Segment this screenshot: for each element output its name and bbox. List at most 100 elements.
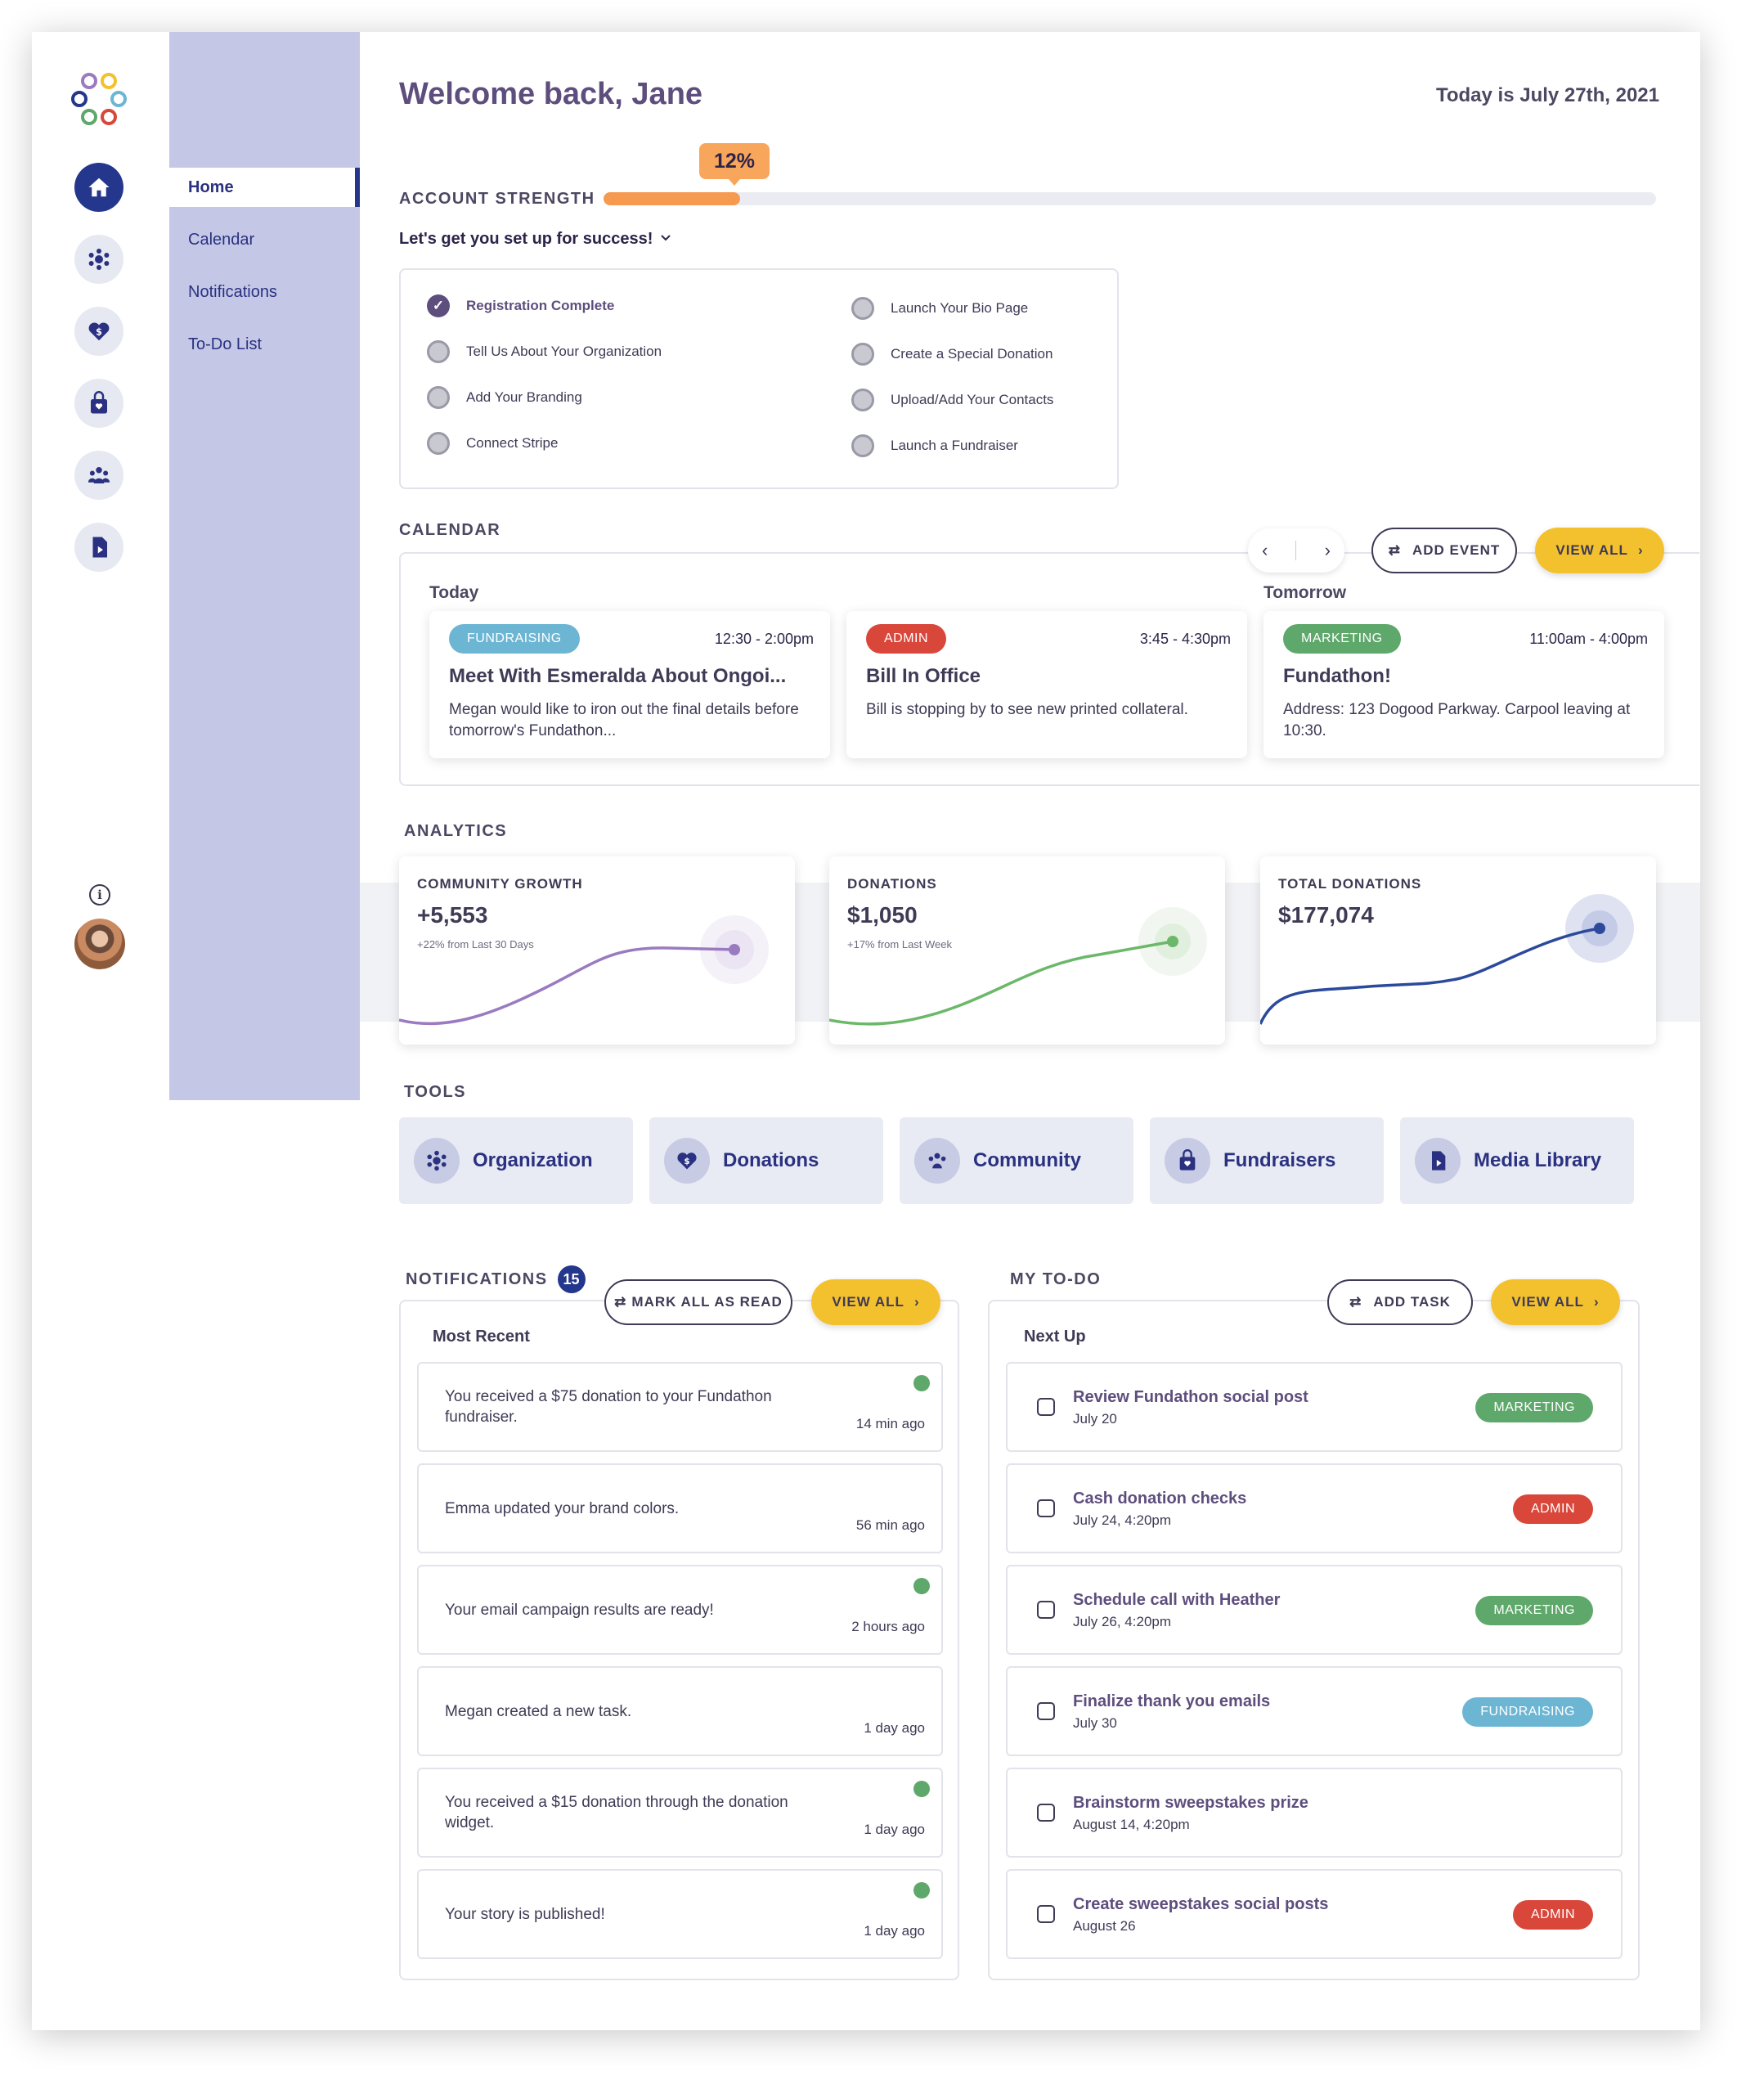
analytics-card-label: TOTAL DONATIONS: [1278, 876, 1422, 892]
organization-icon: [414, 1138, 460, 1184]
todo-title: MY TO-DO: [1010, 1270, 1102, 1288]
calendar-view-all-button[interactable]: VIEW ALL ›: [1535, 528, 1664, 573]
notification-item[interactable]: Emma updated your brand colors. 56 min ag…: [417, 1463, 943, 1553]
account-strength-title: ACCOUNT STRENGTH: [399, 190, 595, 208]
tool-organization[interactable]: Organization: [399, 1117, 633, 1204]
checklist-item[interactable]: Tell Us About Your Organization: [427, 340, 662, 363]
media-library-icon[interactable]: [74, 523, 123, 572]
community-icon[interactable]: [74, 451, 123, 500]
event-title: Bill In Office: [866, 665, 981, 687]
analytics-card-donations[interactable]: DONATIONS $1,050 +17% from Last Week: [829, 856, 1225, 1045]
analytics-card-label: COMMUNITY GROWTH: [417, 876, 583, 892]
todo-view-all-button[interactable]: VIEW ALL ›: [1491, 1279, 1620, 1325]
checklist-item[interactable]: Launch Your Bio Page: [851, 297, 1028, 320]
todo-item[interactable]: Brainstorm sweepstakes prize August 14, 4…: [1006, 1768, 1623, 1858]
add-task-button[interactable]: ⇄ ADD TASK: [1327, 1279, 1473, 1325]
checklist-item[interactable]: Add Your Branding: [427, 386, 582, 409]
event-card[interactable]: ADMIN 3:45 - 4:30pm Bill In Office Bill …: [846, 611, 1247, 758]
tool-label: Community: [973, 1149, 1081, 1171]
todo-checkbox[interactable]: [1037, 1499, 1055, 1517]
analytics-card-value: $177,074: [1278, 902, 1374, 928]
tool-fundraisers[interactable]: Fundraisers: [1150, 1117, 1384, 1204]
tool-label: Organization: [473, 1149, 593, 1171]
todo-item[interactable]: Create sweepstakes social posts August 26…: [1006, 1869, 1623, 1959]
checklist-item[interactable]: ✓ Registration Complete: [427, 294, 614, 317]
info-icon[interactable]: i: [89, 884, 110, 905]
todo-item[interactable]: Finalize thank you emails July 30 FUNDRAIS…: [1006, 1666, 1623, 1756]
check-icon: ✓: [427, 294, 450, 317]
community-icon: [914, 1138, 960, 1184]
todo-tag: MARKETING: [1475, 1393, 1593, 1422]
app-logo: [71, 73, 127, 125]
todo-checkbox[interactable]: [1037, 1905, 1055, 1923]
tool-community[interactable]: Community: [900, 1117, 1133, 1204]
todo-tag: FUNDRAISING: [1462, 1697, 1593, 1727]
donations-icon: $: [664, 1138, 710, 1184]
todo-item[interactable]: Cash donation checks July 24, 4:20pm ADMIN: [1006, 1463, 1623, 1553]
notification-item[interactable]: Your email campaign results are ready! 2 …: [417, 1565, 943, 1655]
subnav-item-todo[interactable]: To-Do List: [169, 325, 360, 364]
todo-checkbox[interactable]: [1037, 1804, 1055, 1822]
event-card[interactable]: FUNDRAISING 12:30 - 2:00pm Meet With Esm…: [429, 611, 830, 758]
radio-empty-icon: [851, 297, 874, 320]
notification-text: Megan created a new task.: [445, 1702, 632, 1720]
analytics-card-community[interactable]: COMMUNITY GROWTH +5,553 +22% from Last 3…: [399, 856, 795, 1045]
checklist-item[interactable]: Launch a Fundraiser: [851, 434, 1018, 457]
icon-rail: $ i: [32, 32, 169, 2030]
notification-item[interactable]: Megan created a new task. 1 day ago: [417, 1666, 943, 1756]
organization-icon[interactable]: [74, 235, 123, 284]
notifications-view-all-button[interactable]: VIEW ALL ›: [811, 1279, 940, 1325]
calendar-title: CALENDAR: [399, 521, 501, 539]
radio-empty-icon: [851, 343, 874, 366]
checklist-label: Connect Stripe: [466, 435, 559, 451]
todo-checkbox[interactable]: [1037, 1702, 1055, 1720]
add-event-button[interactable]: ⇄ ADD EVENT: [1371, 528, 1517, 573]
add-task-icon: ⇄: [1349, 1294, 1362, 1310]
today-date: Today is July 27th, 2021: [1435, 84, 1659, 106]
chevron-right-icon: ›: [1637, 542, 1644, 558]
notification-item[interactable]: You received a $75 donation to your Fund…: [417, 1362, 943, 1452]
todo-date: July 20: [1073, 1411, 1117, 1427]
user-avatar[interactable]: [74, 919, 125, 969]
tool-media-library[interactable]: Media Library: [1400, 1117, 1634, 1204]
analytics-card-total-donations[interactable]: TOTAL DONATIONS $177,074: [1260, 856, 1656, 1045]
setup-toggle-label: Let's get you set up for success!: [399, 230, 653, 248]
chevron-right-icon[interactable]: ›: [1325, 540, 1331, 561]
donations-icon[interactable]: $: [74, 307, 123, 356]
checklist-label: Upload/Add Your Contacts: [891, 392, 1054, 407]
fundraisers-icon[interactable]: [74, 379, 123, 428]
notification-text: Your story is published!: [445, 1905, 605, 1923]
notification-item[interactable]: You received a $15 donation through the …: [417, 1768, 943, 1858]
notification-text: Emma updated your brand colors.: [445, 1499, 680, 1517]
todo-date: July 26, 4:20pm: [1073, 1614, 1172, 1629]
checklist-item[interactable]: Connect Stripe: [427, 432, 558, 455]
subnav-item-home[interactable]: Home: [169, 168, 360, 207]
todo-checkbox[interactable]: [1037, 1601, 1055, 1619]
pager-divider: [1295, 541, 1297, 560]
analytics-card-value: +5,553: [417, 902, 488, 928]
mark-read-icon: ⇄: [614, 1294, 627, 1310]
account-strength-bar: [604, 192, 1656, 205]
unread-dot-icon: [913, 1375, 930, 1391]
todo-checkbox[interactable]: [1037, 1398, 1055, 1416]
subnav-item-calendar[interactable]: Calendar: [169, 220, 360, 259]
notification-item[interactable]: Your story is published! 1 day ago: [417, 1869, 943, 1959]
home-icon[interactable]: [74, 163, 123, 212]
checklist-item[interactable]: Upload/Add Your Contacts: [851, 389, 1053, 411]
mark-all-read-button[interactable]: ⇄ MARK ALL AS READ: [604, 1279, 792, 1325]
notifications-title-label: NOTIFICATIONS: [406, 1269, 548, 1288]
event-card[interactable]: MARKETING 11:00am - 4:00pm Fundathon! Ad…: [1264, 611, 1664, 758]
tool-donations[interactable]: $ Donations: [649, 1117, 883, 1204]
subnav-item-notifications[interactable]: Notifications: [169, 272, 360, 312]
todo-item[interactable]: Schedule call with Heather July 26, 4:20p…: [1006, 1565, 1623, 1655]
checklist-item[interactable]: Create a Special Donation: [851, 343, 1053, 366]
checklist-label: Create a Special Donation: [891, 346, 1053, 362]
page-title: Welcome back, Jane: [399, 77, 703, 111]
radio-empty-icon: [427, 340, 450, 363]
notifications-view-all-label: VIEW ALL: [832, 1294, 904, 1310]
setup-toggle[interactable]: Let's get you set up for success!: [399, 230, 672, 249]
chevron-left-icon[interactable]: ‹: [1262, 540, 1268, 561]
todo-item[interactable]: Review Fundathon social post July 20 MARKE…: [1006, 1362, 1623, 1452]
checklist-label: Registration Complete: [466, 298, 615, 313]
event-tag: MARKETING: [1283, 624, 1401, 654]
